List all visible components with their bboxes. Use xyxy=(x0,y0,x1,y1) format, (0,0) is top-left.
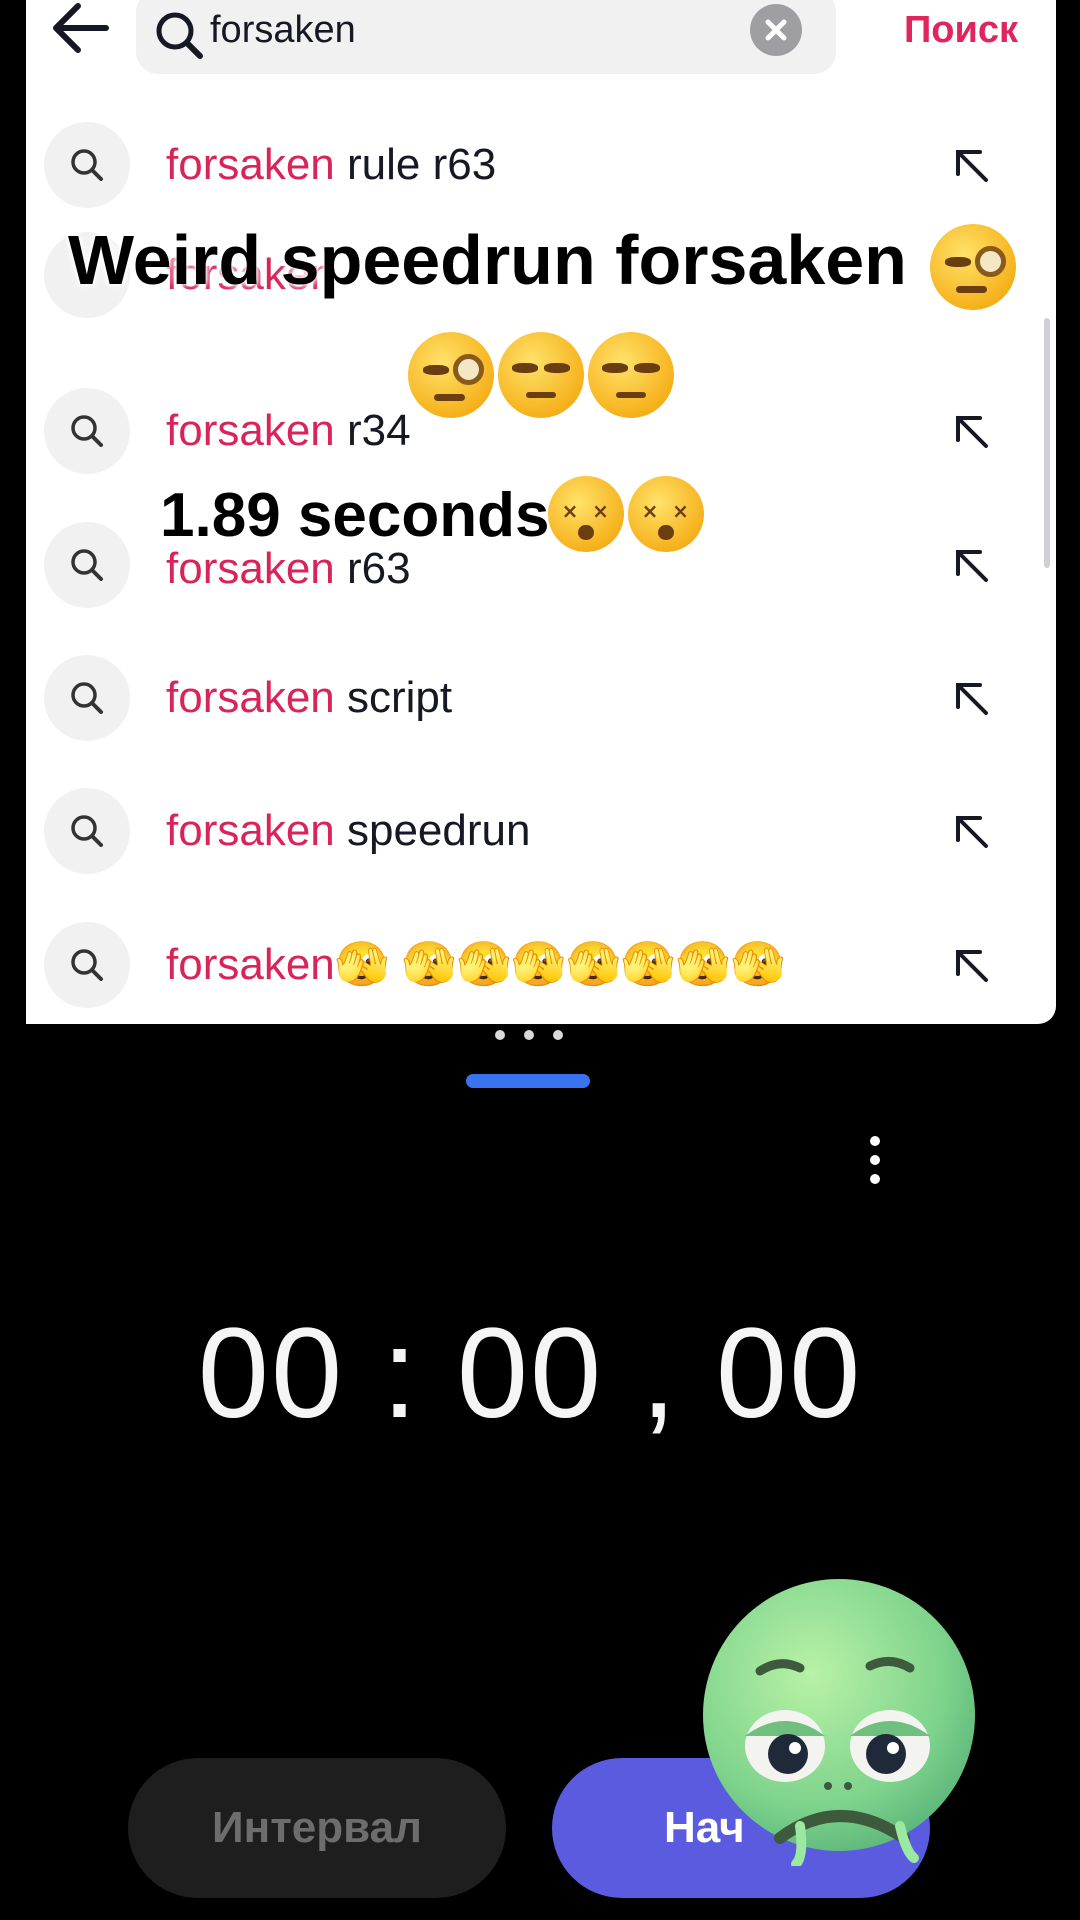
more-options-button[interactable] xyxy=(860,1130,890,1190)
back-button[interactable] xyxy=(44,0,114,60)
split-drag-handle[interactable] xyxy=(466,1074,590,1088)
panel-edge xyxy=(1056,0,1080,1060)
suggestion-label: forsaken rule r63 xyxy=(166,140,497,189)
fill-arrow-icon[interactable] xyxy=(946,940,996,990)
search-input[interactable] xyxy=(210,0,710,60)
suggestion-search-icon xyxy=(44,122,130,208)
suggestion-search-icon xyxy=(44,388,130,474)
fill-arrow-icon[interactable] xyxy=(946,540,996,590)
fill-arrow-icon[interactable] xyxy=(946,406,996,456)
fill-arrow-icon[interactable] xyxy=(946,673,996,723)
search-bar[interactable] xyxy=(136,0,836,74)
clear-button[interactable] xyxy=(750,4,802,56)
suggestion-search-icon xyxy=(44,788,130,874)
suggestion-item[interactable]: forsaken🫣 🫣🫣🫣🫣🫣🫣🫣 xyxy=(26,910,1056,1020)
clear-icon xyxy=(765,19,787,41)
dizzy-face-emoji-icon: × × xyxy=(548,476,624,552)
caption-time: 1.89 seconds xyxy=(160,481,550,550)
stopwatch-display: 00 : 00 , 00 xyxy=(197,1302,863,1445)
sick-face-sticker-icon xyxy=(703,1579,975,1866)
suggestion-search-icon xyxy=(44,922,130,1008)
suggestion-search-icon xyxy=(44,655,130,741)
suggestion-label: forsaken speedrun xyxy=(166,806,531,855)
suggestion-label: forsaken r63 xyxy=(166,544,411,593)
suggestion-search-icon xyxy=(44,522,130,608)
suggestion-item[interactable]: forsaken rule r63 xyxy=(26,110,1056,220)
unamused-emoji-icon xyxy=(498,332,584,418)
monocle-emoji-icon xyxy=(930,224,1016,310)
search-submit-button[interactable]: Поиск xyxy=(886,4,1036,56)
scrollbar[interactable] xyxy=(1044,318,1050,568)
suggestion-label: forsaken script xyxy=(166,673,453,722)
search-icon xyxy=(156,12,203,59)
unamused-emoji-icon xyxy=(588,332,674,418)
arrow-left-icon xyxy=(53,3,109,53)
split-menu-dots[interactable] xyxy=(490,1030,570,1044)
suggestion-label: forsaken r34 xyxy=(166,406,411,455)
dizzy-face-emoji-icon: × × xyxy=(628,476,704,552)
caption-title: Weird speedrun forsaken xyxy=(68,221,907,299)
suggestion-item[interactable]: forsaken speedrun xyxy=(26,776,1056,886)
suggestion-label: forsaken🫣 🫣🫣🫣🫣🫣🫣🫣 xyxy=(166,940,786,989)
lap-button[interactable]: Интервал xyxy=(128,1758,506,1898)
fill-arrow-icon[interactable] xyxy=(946,806,996,856)
monocle-emoji-icon xyxy=(408,332,494,418)
fill-arrow-icon[interactable] xyxy=(946,140,996,190)
suggestion-item[interactable]: forsaken script xyxy=(26,643,1056,753)
